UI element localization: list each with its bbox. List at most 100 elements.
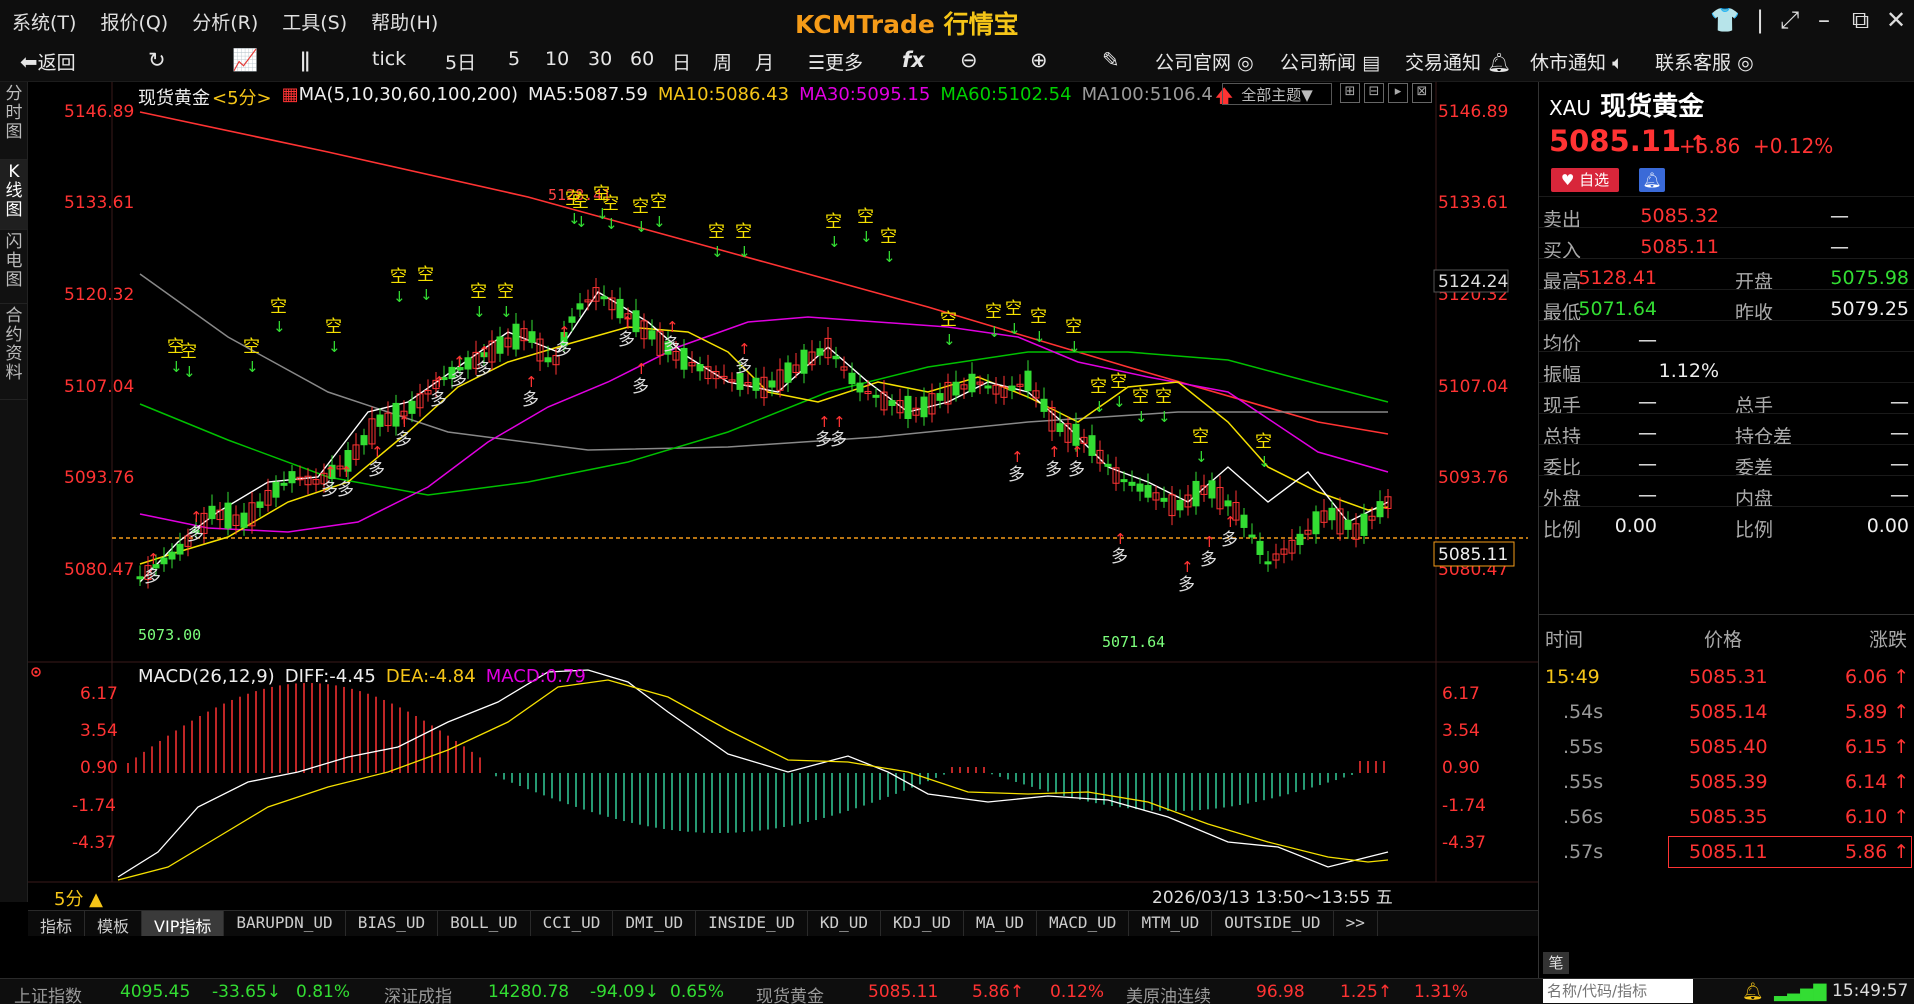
tab-more[interactable]: >> — [1334, 911, 1378, 936]
tab-cci[interactable]: CCI_UD — [531, 911, 614, 936]
svg-text:↓: ↓ — [328, 338, 341, 356]
search-input[interactable] — [1543, 979, 1693, 1003]
tick-row[interactable]: 15:49 5085.31 6.06 ↑ — [1539, 660, 1914, 694]
link-official-site[interactable]: 公司官网 ◎ — [1155, 48, 1254, 75]
buy-signal-marker: 多↑ — [144, 550, 161, 587]
ma-definition[interactable]: ▦MA(5,10,30,60,100,200) — [282, 84, 518, 114]
y-tick-label: 5133.61 — [1438, 193, 1508, 213]
candle-body — [1120, 479, 1128, 483]
svg-text:多: 多 — [368, 460, 385, 480]
period-tick[interactable]: tick — [372, 48, 406, 70]
svg-text:↑: ↑ — [738, 340, 751, 358]
period-5min[interactable]: 5 — [508, 48, 520, 70]
pen-icon[interactable]: ✎ — [1102, 48, 1120, 72]
tab-dmi[interactable]: DMI_UD — [613, 911, 697, 936]
svg-text:↓: ↓ — [943, 331, 956, 349]
period-week[interactable]: 周 — [713, 48, 732, 75]
zoom-in-icon[interactable]: ⊕ — [1030, 48, 1048, 72]
sidebar-tab-kline[interactable]: K线图 — [0, 160, 28, 230]
tab-templates[interactable]: 模板 — [85, 911, 143, 936]
restore-icon[interactable]: ⧉ — [1852, 6, 1869, 34]
tick-mode-label[interactable]: 笔 — [1543, 952, 1569, 974]
current-period-label[interactable]: 5分 ▲ — [54, 885, 103, 911]
oil-name[interactable]: 美原油连续 — [1126, 982, 1211, 1004]
layout-expand-icon[interactable]: ⊠ — [1412, 83, 1432, 103]
candlestick-icon[interactable]: ǁ — [300, 48, 310, 72]
svg-text:↓: ↓ — [883, 248, 896, 266]
tick-row[interactable]: .56s 5085.35 6.10 ↑ — [1539, 800, 1914, 834]
tick-row[interactable]: .55s 5085.39 6.14 ↑ — [1539, 765, 1914, 799]
svg-text:↑: ↑ — [621, 313, 634, 331]
layout-grid-icon[interactable]: ⊞ — [1340, 83, 1360, 103]
tab-indicators[interactable]: 指标 — [28, 911, 86, 936]
period-indicator[interactable]: <5分> — [212, 84, 272, 114]
tab-barupdn[interactable]: BARUPDN_UD — [224, 911, 346, 936]
add-favorite-button[interactable]: ♥ 自选 — [1551, 168, 1619, 192]
link-customer-service[interactable]: 联系客服 ◎ — [1655, 48, 1754, 75]
svg-text:↓: ↓ — [500, 303, 513, 321]
tab-kd[interactable]: KD_UD — [808, 911, 882, 936]
layout-play-icon[interactable]: ▸ — [1388, 83, 1408, 103]
tick-row[interactable]: .55s 5085.40 6.15 ↑ — [1539, 730, 1914, 764]
sidebar-tab-contract-info[interactable]: 合约资料 — [0, 304, 28, 400]
sell-signal-marker: 空↓ — [1090, 377, 1107, 416]
tab-boll[interactable]: BOLL_UD — [438, 911, 531, 936]
kline-chart[interactable]: 5146.89 5133.61 5120.32 5107.04 5093.76 … — [28, 82, 1538, 902]
gold-name[interactable]: 现货黄金 — [756, 982, 824, 1004]
close-icon[interactable]: ✕ — [1886, 6, 1906, 34]
app-name: 行情宝 — [943, 10, 1019, 39]
tab-bias[interactable]: BIAS_UD — [346, 911, 439, 936]
index-sh-name[interactable]: 上证指数 — [14, 982, 82, 1004]
svg-text:空: 空 — [650, 192, 667, 212]
back-button[interactable]: ⬅返回 — [20, 48, 76, 75]
period-60min[interactable]: 60 — [630, 48, 654, 70]
index-sz-name[interactable]: 深证成指 — [384, 982, 452, 1004]
link-company-news[interactable]: 公司新闻 ▤ — [1280, 48, 1380, 75]
alert-button[interactable]: 🔔︎ — [1639, 168, 1665, 192]
period-5day[interactable]: 5日 — [445, 48, 476, 75]
svg-text:多: 多 — [1045, 460, 1062, 480]
tab-vip-indicators[interactable]: VIP指标 — [142, 911, 225, 936]
shirt-icon[interactable]: 👕 — [1710, 6, 1740, 34]
menu-system[interactable]: 系统(T) — [12, 8, 76, 35]
signal-strength-icon: ▂▃▅▇ — [1774, 982, 1827, 1002]
formula-icon[interactable]: fx — [902, 48, 925, 72]
layout-split-icon[interactable]: ⊟ — [1364, 83, 1384, 103]
period-month[interactable]: 月 — [755, 48, 774, 75]
sidebar-tab-flash[interactable]: 闪电图 — [0, 230, 28, 304]
refresh-icon[interactable]: ↻ — [148, 48, 166, 72]
gold-change: 5.86↑ — [972, 982, 1025, 1002]
tab-mtm[interactable]: MTM_UD — [1129, 911, 1213, 936]
line-chart-icon[interactable]: 📈 — [232, 48, 258, 73]
menu-help[interactable]: 帮助(H) — [371, 8, 438, 35]
pin-icon[interactable]: ⤢ — [1780, 6, 1799, 34]
tick-row[interactable]: .54s 5085.14 5.89 ↑ — [1539, 695, 1914, 729]
macd-definition[interactable]: MACD(26,12,9) — [138, 666, 275, 687]
quote-value: 1.12% — [1658, 360, 1719, 382]
menu-analysis[interactable]: 分析(R) — [192, 8, 258, 35]
notification-bell-icon[interactable]: 🔔︎ — [1742, 982, 1764, 1002]
menu-tools[interactable]: 工具(S) — [282, 8, 347, 35]
sidebar-tab-timeshare[interactable]: 分时图 — [0, 82, 28, 160]
tab-ma[interactable]: MA_UD — [964, 911, 1037, 936]
candle-body — [1360, 513, 1368, 536]
period-10min[interactable]: 10 — [545, 48, 569, 70]
menu-quote[interactable]: 报价(Q) — [100, 8, 168, 35]
theme-select[interactable]: 全部主题▼ — [1222, 83, 1332, 105]
svg-text:多: 多 — [337, 480, 354, 500]
period-day[interactable]: 日 — [672, 48, 691, 75]
tab-inside[interactable]: INSIDE_UD — [696, 911, 808, 936]
link-holiday-notice[interactable]: 休市通知 🔈︎ — [1530, 48, 1623, 75]
svg-text:↓: ↓ — [1068, 338, 1081, 356]
zoom-out-icon[interactable]: ⊖ — [960, 48, 978, 72]
minimize-icon[interactable]: – — [1818, 6, 1830, 34]
more-button[interactable]: ☰更多 — [808, 48, 863, 75]
tab-outside[interactable]: OUTSIDE_UD — [1212, 911, 1334, 936]
quote-value-secondary: — — [1890, 484, 1909, 506]
tick-row[interactable]: .57s 5085.11 5.86 ↑ — [1563, 835, 1913, 869]
period-30min[interactable]: 30 — [588, 48, 612, 70]
link-trade-notice[interactable]: 交易通知 🔔︎ — [1405, 48, 1511, 75]
tab-macd[interactable]: MACD_UD — [1037, 911, 1130, 936]
tab-kdj[interactable]: KDJ_UD — [881, 911, 964, 936]
candle-body — [136, 576, 144, 580]
